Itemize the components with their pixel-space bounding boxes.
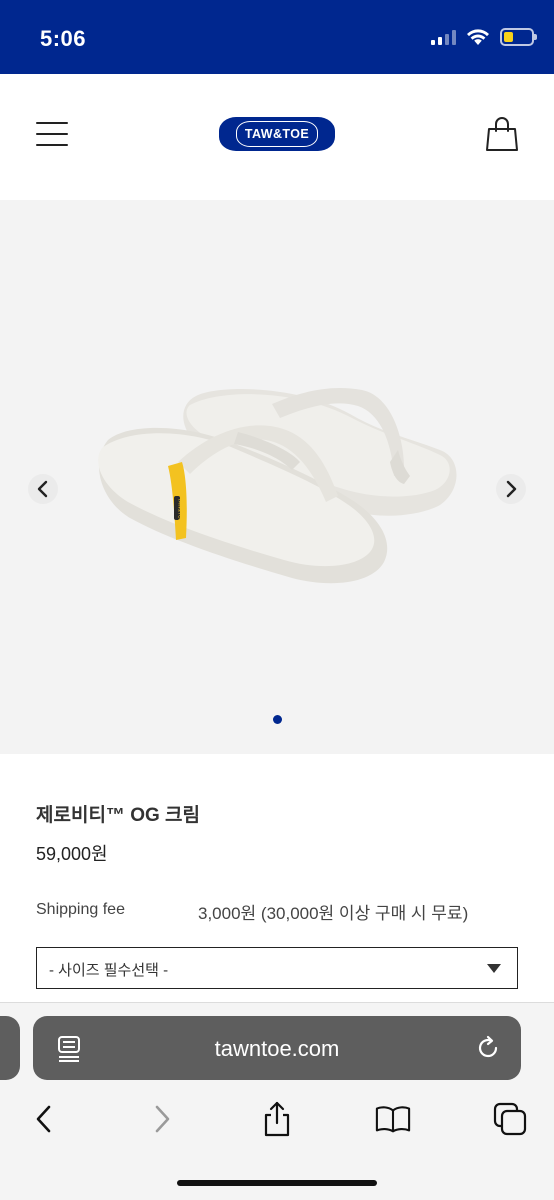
url-text[interactable]: tawntoe.com <box>33 1036 521 1062</box>
status-bar: 5:06 <box>0 0 554 74</box>
bookmarks-button[interactable] <box>375 1101 411 1137</box>
strap-label: TAW&TOE <box>177 498 183 523</box>
mobile-screen: 5:06 TAW&TOE TAW&TOE 제로비티™ OG 크림 59,000원… <box>0 0 554 1200</box>
battery-level <box>504 32 514 42</box>
product-name: 제로비티™ OG 크림 <box>36 805 200 826</box>
product-price: 59,000원 <box>36 844 108 864</box>
gallery-prev-button[interactable] <box>28 474 58 504</box>
previous-tab-peek[interactable] <box>0 1016 20 1080</box>
product-image-gallery[interactable]: TAW&TOE <box>0 200 554 754</box>
forward-icon <box>155 1105 170 1133</box>
share-icon <box>264 1101 290 1137</box>
tabs-icon <box>493 1102 527 1136</box>
status-time: 5:06 <box>40 26 87 51</box>
tabs-button[interactable] <box>492 1101 528 1137</box>
shipping-label: Shipping fee <box>36 901 125 918</box>
dropdown-caret-icon <box>487 964 501 973</box>
bookmarks-icon <box>375 1106 411 1133</box>
size-select-value: - 사이즈 필수선택 - <box>49 962 169 979</box>
gallery-next-button[interactable] <box>496 474 526 504</box>
shopping-bag-icon[interactable] <box>486 116 518 152</box>
battery-icon <box>500 28 537 46</box>
hamburger-menu-icon[interactable] <box>36 122 68 148</box>
home-indicator <box>177 1180 377 1186</box>
size-select[interactable]: - 사이즈 필수선택 - <box>36 947 518 989</box>
chevron-right-icon <box>506 480 517 498</box>
shipping-value: 3,000원 (30,000원 이상 구매 시 무료) <box>198 904 469 923</box>
address-bar[interactable]: tawntoe.com <box>33 1016 521 1080</box>
logo-text: TAW&TOE <box>244 127 310 141</box>
brand-logo[interactable]: TAW&TOE <box>219 117 335 151</box>
back-icon <box>36 1105 51 1133</box>
status-icons <box>431 28 537 46</box>
logo-border: TAW&TOE <box>235 121 319 147</box>
cellular-signal-icon <box>431 29 456 45</box>
share-button[interactable] <box>259 1101 295 1137</box>
product-image: TAW&TOE <box>98 387 457 584</box>
gallery-pagination <box>0 715 554 724</box>
site-header: TAW&TOE <box>0 74 554 200</box>
wifi-icon <box>467 29 489 45</box>
chevron-left-icon <box>37 480 48 498</box>
browser-toolbar: tawntoe.com <box>0 1002 554 1200</box>
reload-icon[interactable] <box>475 1035 501 1061</box>
pagination-dot-active[interactable] <box>272 715 282 724</box>
forward-button[interactable] <box>144 1101 180 1137</box>
back-button[interactable] <box>26 1101 62 1137</box>
